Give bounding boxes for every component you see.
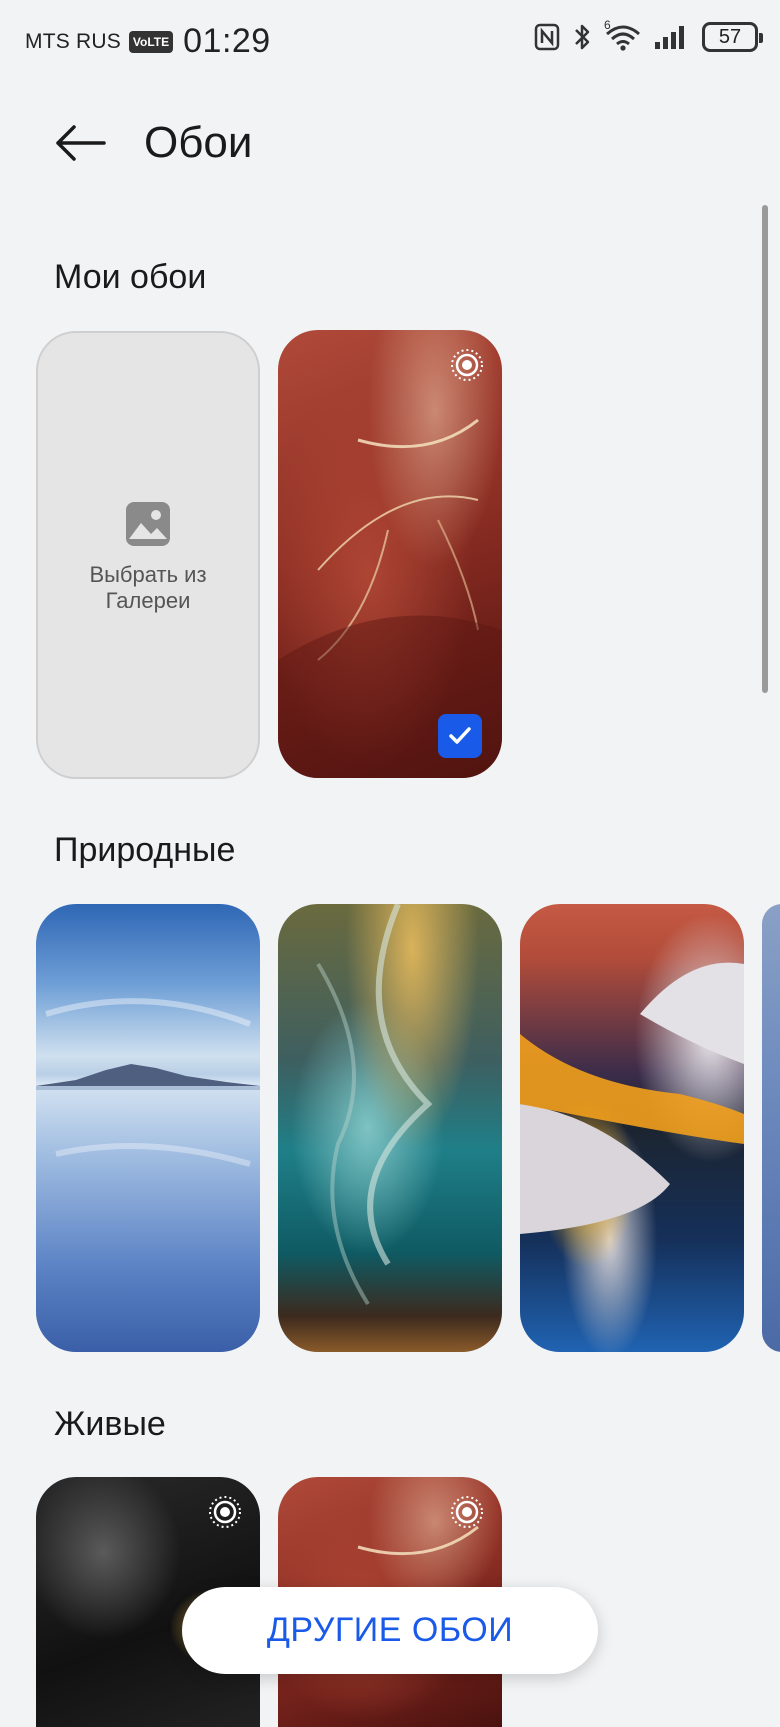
wifi-standard-label: 6 — [604, 18, 611, 32]
wallpaper-art — [316, 904, 433, 1306]
more-wallpapers-button[interactable]: ДРУГИЕ ОБОИ — [182, 1587, 598, 1674]
gallery-content: Выбрать из Галереи — [38, 501, 258, 614]
signal-icon — [655, 26, 684, 49]
wallpaper-art — [520, 962, 744, 1234]
wallpaper-nature-glacier[interactable] — [278, 904, 502, 1352]
image-icon — [126, 502, 170, 546]
carrier-name: MTS RUS — [25, 29, 121, 53]
back-button[interactable] — [48, 118, 110, 168]
live-wallpaper-icon — [209, 1496, 241, 1528]
status-right: 6 57 — [534, 18, 763, 52]
wallpaper-art — [278, 418, 502, 778]
wallpaper-current-red[interactable] — [278, 330, 502, 778]
clock: 01:29 — [183, 22, 271, 60]
arrow-left-icon — [56, 125, 106, 161]
gallery-label: Выбрать из Галереи — [38, 562, 258, 614]
page-title: Обои — [144, 118, 253, 167]
selected-check-badge — [438, 714, 482, 758]
gallery-label-line2: Галереи — [105, 588, 191, 613]
checkmark-icon — [449, 727, 471, 744]
more-wallpapers-label: ДРУГИЕ ОБОИ — [266, 1611, 514, 1649]
wifi-indicator: 6 — [604, 18, 642, 52]
section-title-nature: Природные — [54, 831, 236, 869]
bluetooth-icon — [575, 24, 590, 50]
status-bar: MTS RUS VoLTE 01:29 6 57 — [0, 0, 780, 84]
wallpaper-art — [36, 998, 260, 1167]
header: Обои — [0, 100, 780, 190]
choose-from-gallery-button[interactable]: Выбрать из Галереи — [36, 331, 260, 779]
battery-level: 57 — [718, 25, 742, 48]
wallpaper-nature-salt-flat[interactable] — [36, 904, 260, 1352]
live-wallpaper-icon — [451, 1496, 483, 1528]
section-title-live: Живые — [54, 1405, 166, 1443]
status-left: MTS RUS VoLTE 01:29 — [25, 22, 271, 61]
nfc-icon — [534, 23, 560, 51]
live-wallpaper-icon — [451, 349, 483, 381]
wallpaper-nature-rocks[interactable] — [520, 904, 744, 1352]
volte-badge: VoLTE — [128, 30, 174, 53]
wallpaper-nature-partial[interactable] — [762, 904, 780, 1352]
battery-icon: 57 — [702, 22, 763, 52]
gallery-label-line1: Выбрать из — [89, 562, 207, 587]
section-title-my: Мои обои — [54, 258, 207, 296]
scrollbar[interactable] — [762, 205, 768, 693]
